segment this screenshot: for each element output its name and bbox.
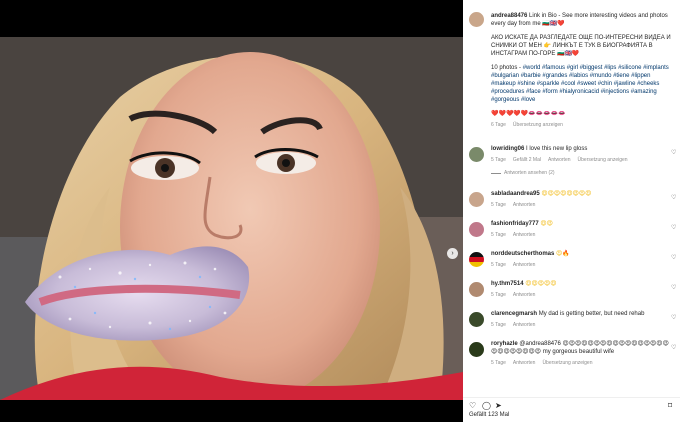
chevron-right-icon: ›: [451, 250, 454, 257]
comment-text: I love this new lip gloss: [526, 146, 588, 152]
comment-reply-button[interactable]: Antworten: [513, 231, 536, 239]
comment-username[interactable]: sabladaandrea95: [491, 191, 540, 197]
comment-username[interactable]: clarencegmarsh: [491, 311, 537, 317]
caption-prefix: 10 photos -: [491, 65, 523, 71]
comment-like-heart-icon[interactable]: ♡: [671, 314, 677, 321]
comment-username[interactable]: lowriding06: [491, 146, 524, 152]
caption-bulgarian: АКО ИСКАТЕ ДА РАЗГЛЕДАТЕ ОЩЕ ПО-ИНТЕРЕСН…: [491, 35, 671, 57]
caption-emojis: ❤️❤️❤️❤️❤️👄👄👄👄👄: [491, 111, 566, 117]
caption-translate-link[interactable]: Übersetzung anzeigen: [513, 121, 563, 129]
comment-text: My dad is getting better, but need rehab: [538, 311, 645, 317]
author-avatar[interactable]: [469, 12, 484, 27]
comment-like-heart-icon[interactable]: ♡: [671, 224, 677, 231]
comment-time[interactable]: 5 Tage: [491, 231, 506, 239]
commenter-avatar[interactable]: [469, 147, 484, 162]
comment-like-heart-icon[interactable]: ♡: [671, 344, 677, 351]
comment-likes[interactable]: Gefällt 2 Mal: [513, 156, 541, 164]
commenter-avatar[interactable]: [469, 282, 484, 297]
comment-time[interactable]: 5 Tage: [491, 291, 506, 299]
comment-icon[interactable]: ◯: [482, 401, 491, 410]
comment-text: @andrea88476 😍😍😍😍😍😍😍😍😍😍😍😍😍😍😍😍😍😍😍😍😍😍😍😍😍 m…: [491, 341, 669, 355]
author-username[interactable]: andrea88476: [491, 13, 527, 19]
comment-translate-link[interactable]: Übersetzung anzeigen: [578, 156, 628, 164]
commenter-avatar[interactable]: [469, 192, 484, 207]
comment-reply-button[interactable]: Antworten: [513, 291, 536, 299]
comment-time[interactable]: 5 Tage: [491, 359, 506, 367]
share-icon[interactable]: ➤: [495, 401, 502, 410]
comment-username[interactable]: roryhazle: [491, 341, 518, 347]
comment-reply-button[interactable]: Antworten: [548, 156, 571, 164]
post-media[interactable]: ›: [0, 37, 463, 400]
commenter-avatar[interactable]: [469, 312, 484, 327]
comment-username[interactable]: fashionfriday777: [491, 221, 539, 227]
post-viewer: › andrea88476 Link in Bio - See more int…: [0, 0, 680, 422]
likes-count[interactable]: Gefällt 123 Mal: [469, 412, 509, 418]
comment-reply-button[interactable]: Antworten: [513, 359, 536, 367]
caption-time[interactable]: 6 Tage: [491, 121, 506, 129]
post-photo: [0, 37, 463, 400]
post-sidebar: andrea88476 Link in Bio - See more inter…: [463, 0, 680, 422]
comment-like-heart-icon[interactable]: ♡: [671, 254, 677, 261]
comment-text: 😍😍😍😍😍😍😍😍: [541, 191, 592, 197]
comment-like-heart-icon[interactable]: ♡: [671, 149, 677, 156]
comment-time[interactable]: 5 Tage: [491, 201, 506, 209]
post-action-bar: ♡ ◯ ➤ ⌑ Gefällt 123 Mal: [463, 397, 680, 422]
comment-time[interactable]: 5 Tage: [491, 261, 506, 269]
comment-time[interactable]: 5 Tage: [491, 156, 506, 164]
view-replies-button[interactable]: Antworten ansehen (2): [491, 169, 673, 177]
commenter-avatar[interactable]: [469, 252, 484, 267]
bookmark-icon[interactable]: ⌑: [668, 401, 672, 410]
commenter-avatar[interactable]: [469, 342, 484, 357]
comment-reply-button[interactable]: Antworten: [513, 321, 536, 329]
comments-scroll-area[interactable]: andrea88476 Link in Bio - See more inter…: [463, 0, 680, 397]
comment-text: 😍😍😍😍😍: [525, 281, 557, 287]
comment-reply-button[interactable]: Antworten: [513, 201, 536, 209]
comment-text: 😍😍: [540, 221, 553, 227]
comment-username[interactable]: norddeutscherthomas: [491, 251, 554, 257]
comment-username[interactable]: hy.thm7514: [491, 281, 524, 287]
comment-like-heart-icon[interactable]: ♡: [671, 284, 677, 291]
comment-reply-button[interactable]: Antworten: [513, 261, 536, 269]
comment-translate-link[interactable]: Übersetzung anzeigen: [542, 359, 592, 367]
comment-time[interactable]: 5 Tage: [491, 321, 506, 329]
heart-icon[interactable]: ♡: [469, 401, 476, 410]
view-replies-label: Antworten ansehen (2): [504, 170, 555, 176]
comment-text: 😍🔥: [556, 251, 570, 257]
next-photo-button[interactable]: ›: [447, 248, 458, 259]
commenter-avatar[interactable]: [469, 222, 484, 237]
replies-divider: [491, 172, 501, 174]
comment-like-heart-icon[interactable]: ♡: [671, 194, 677, 201]
